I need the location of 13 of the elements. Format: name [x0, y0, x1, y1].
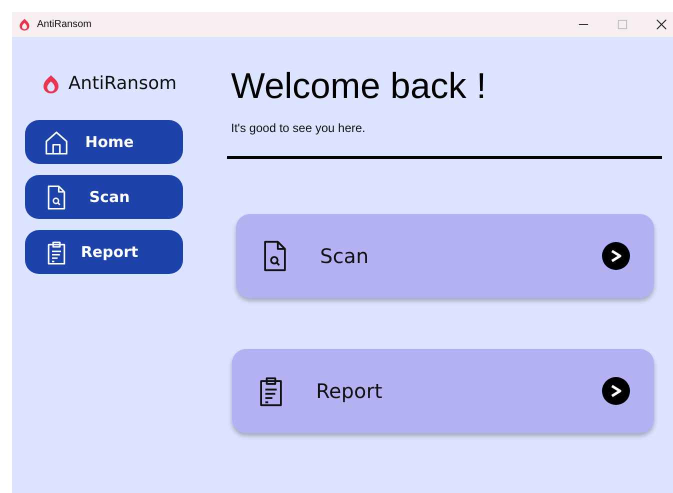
- chevron-right-icon: [602, 377, 630, 405]
- window-title: AntiRansom: [37, 19, 92, 30]
- nav-button[interactable]: Home: [25, 120, 183, 164]
- nav-button[interactable]: Scan: [25, 175, 183, 219]
- action-card[interactable]: Scan: [236, 214, 654, 298]
- action-card[interactable]: Report: [232, 349, 654, 433]
- close-icon[interactable]: [656, 19, 667, 30]
- app-name: AntiRansom: [68, 73, 177, 94]
- house-icon: [43, 128, 70, 156]
- subtitle: It's good to see you here.: [231, 121, 366, 135]
- nav-button[interactable]: Report: [25, 230, 183, 274]
- welcome-heading: Welcome back !: [231, 65, 488, 107]
- chevron-right-icon: [602, 242, 630, 270]
